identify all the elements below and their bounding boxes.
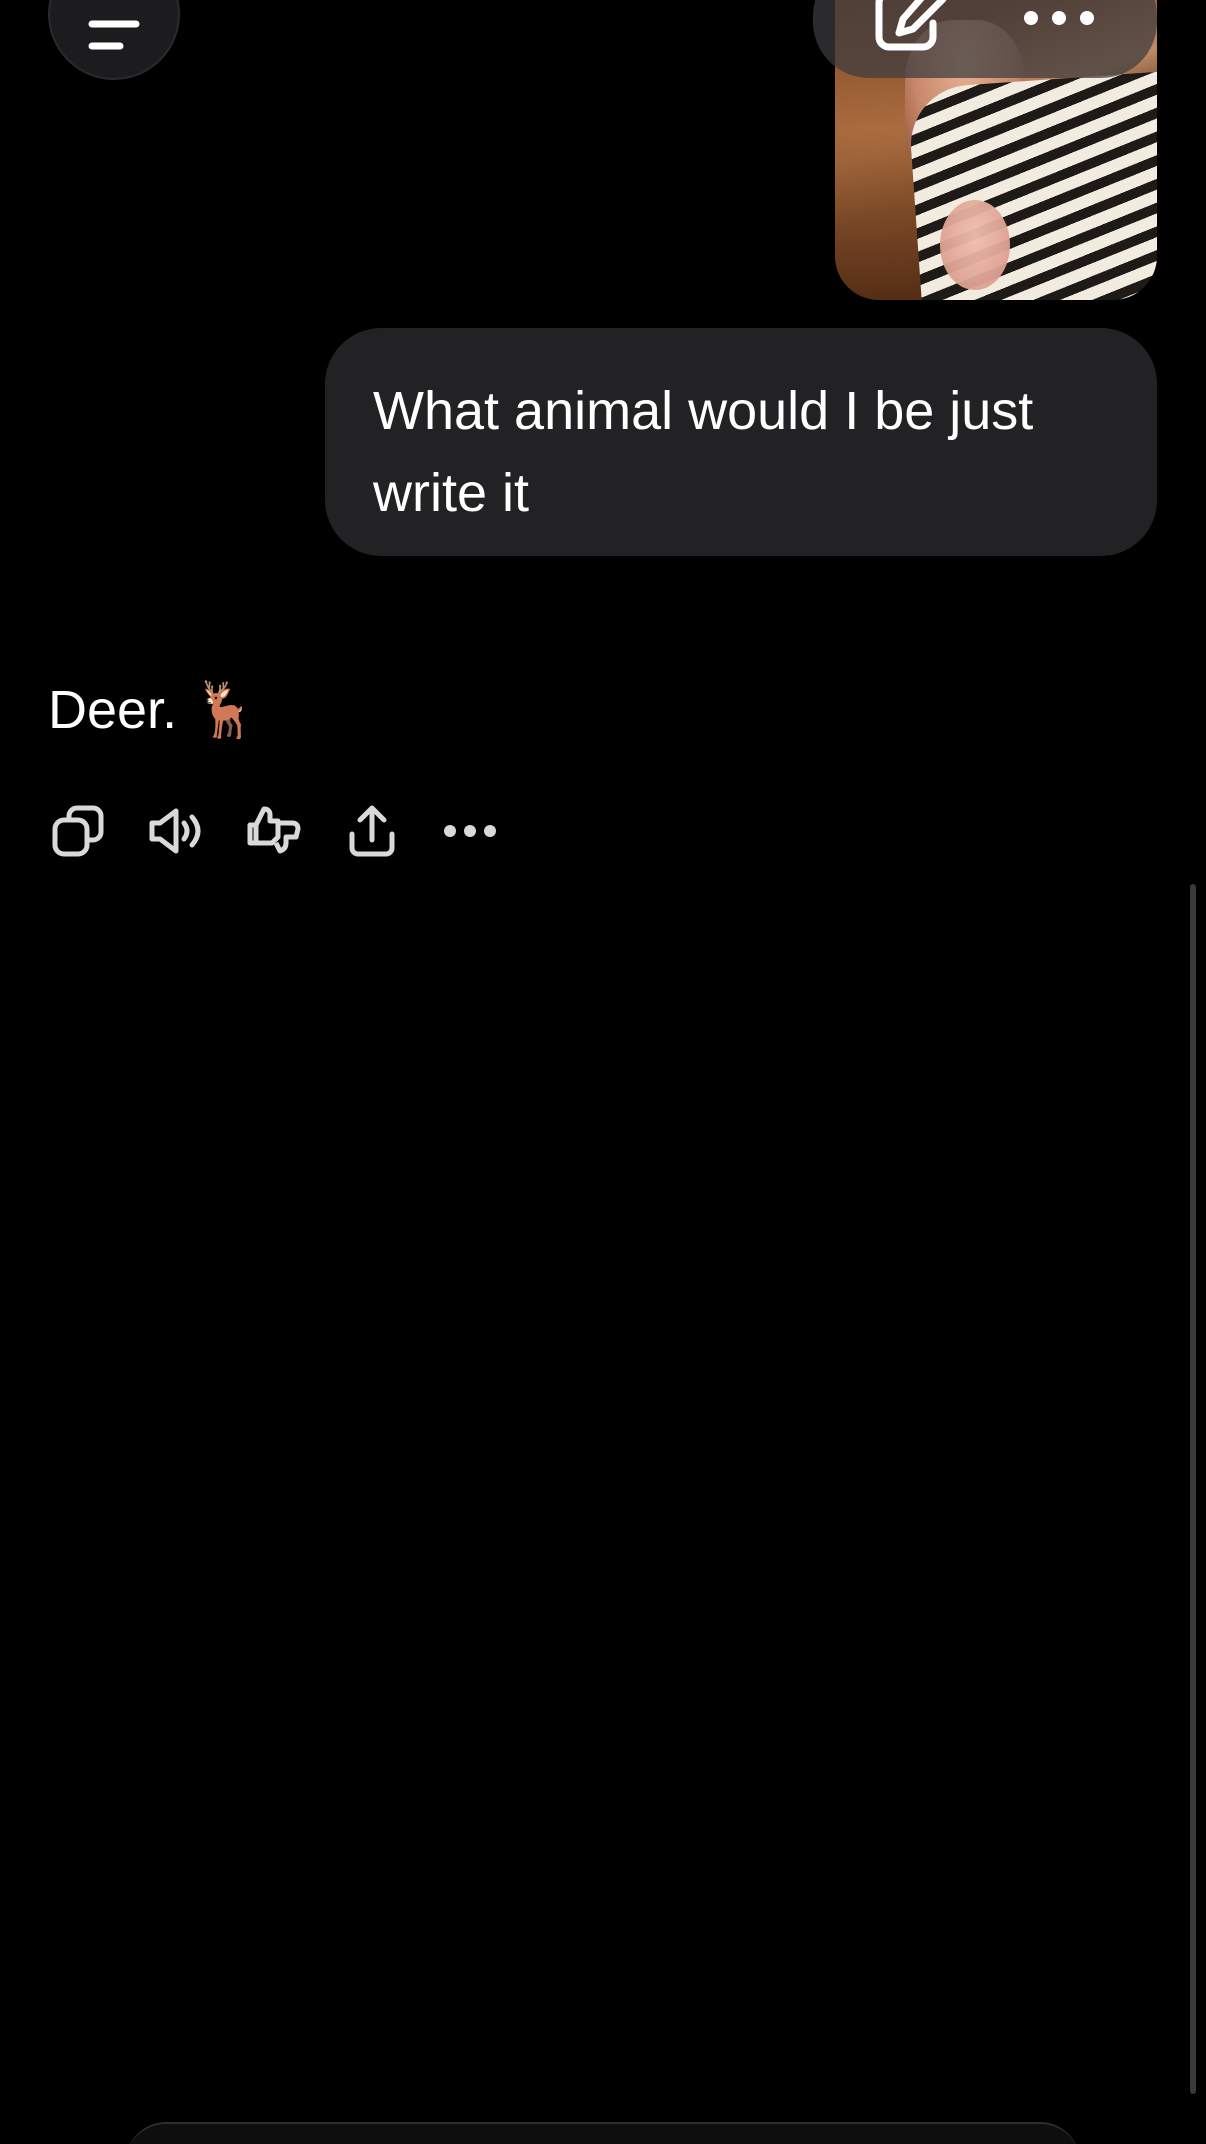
top-toolbar bbox=[813, 0, 1157, 78]
new-chat-button[interactable] bbox=[866, 0, 956, 51]
message-action-row bbox=[48, 800, 500, 862]
share-button[interactable] bbox=[342, 801, 402, 861]
menu-button[interactable] bbox=[48, 0, 180, 80]
thumbs-up-down-icon bbox=[247, 806, 301, 854]
copy-button[interactable] bbox=[48, 801, 108, 861]
scrollbar[interactable] bbox=[1190, 884, 1196, 2094]
chat-screen: What animal would I be just write it Dee… bbox=[0, 0, 1206, 2144]
more-horizontal-icon bbox=[444, 825, 496, 837]
message-composer[interactable] bbox=[126, 2122, 1080, 2144]
user-message-text: What animal would I be just write it bbox=[373, 381, 1034, 523]
copy-icon bbox=[52, 805, 104, 857]
photo-hand bbox=[940, 200, 1010, 290]
assistant-message-text: Deer. 🦌 bbox=[48, 680, 260, 740]
more-options-button[interactable] bbox=[1014, 0, 1104, 48]
feedback-button[interactable] bbox=[244, 801, 304, 861]
read-aloud-button[interactable] bbox=[146, 801, 206, 861]
more-horizontal-icon bbox=[1024, 11, 1094, 25]
speaker-icon bbox=[149, 808, 201, 854]
more-actions-button[interactable] bbox=[440, 801, 500, 861]
user-message-bubble: What animal would I be just write it bbox=[325, 328, 1157, 556]
compose-icon bbox=[875, 0, 947, 51]
menu-icon bbox=[88, 20, 140, 50]
share-icon bbox=[349, 805, 395, 857]
